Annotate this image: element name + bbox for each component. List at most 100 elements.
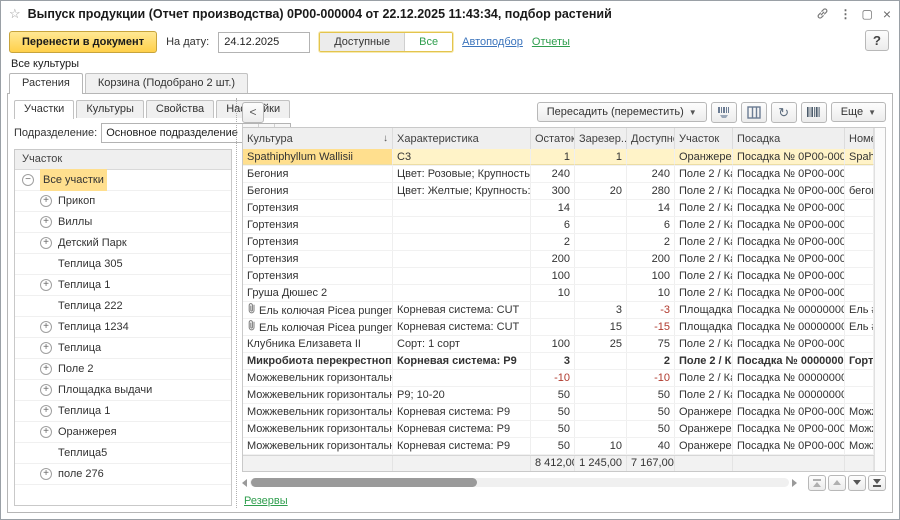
left-tab-0[interactable]: Участки <box>14 100 74 119</box>
tree-item[interactable]: +Прикоп <box>15 191 231 212</box>
cell[interactable] <box>393 251 531 267</box>
cell[interactable] <box>627 149 675 165</box>
cell[interactable] <box>575 166 627 182</box>
cell[interactable]: 50 <box>531 387 575 403</box>
cell[interactable]: Поле 2 / Кар... <box>675 166 733 182</box>
cell[interactable]: 6 <box>531 217 575 233</box>
cell[interactable]: Корневая система: P9 <box>393 421 531 437</box>
cell[interactable]: 240 <box>627 166 675 182</box>
table-row[interactable]: БегонияЦвет: Розовые; Крупность: Прям...… <box>243 166 874 183</box>
cell[interactable]: 200 <box>627 251 675 267</box>
cell[interactable] <box>845 336 874 352</box>
cell[interactable]: 40 <box>627 438 675 454</box>
favorite-star-icon[interactable]: ☆ <box>9 6 21 22</box>
cell[interactable]: 1 <box>575 149 627 165</box>
table-row[interactable]: Гортензия1414Поле 2 / Кар...Посадка № 0Р… <box>243 200 874 217</box>
expand-icon[interactable]: + <box>40 384 52 396</box>
cell[interactable]: 100 <box>531 268 575 284</box>
cell[interactable]: Можжеве <box>845 421 874 437</box>
cell[interactable]: Сорт: 1 сорт <box>393 336 531 352</box>
cell[interactable]: Клубника Елизавета II <box>243 336 393 352</box>
cell[interactable]: 50 <box>627 421 675 437</box>
copy-link-icon[interactable] <box>816 7 829 22</box>
column-header-2[interactable]: Характеристика <box>393 128 531 149</box>
column-header-6[interactable]: Участок <box>675 128 733 149</box>
cell[interactable]: Микробиота перекрестнопарная Micr... <box>243 353 393 369</box>
cell[interactable]: 10 <box>531 285 575 301</box>
toggle-option-available[interactable]: Доступные <box>320 33 405 51</box>
barcode-icon[interactable] <box>801 102 827 123</box>
cell[interactable] <box>845 370 874 386</box>
go-prev-row-button[interactable] <box>828 475 846 491</box>
autoselect-link[interactable]: Автоподбор <box>462 36 523 48</box>
tree-item[interactable]: +Теплица 1234 <box>15 317 231 338</box>
cell[interactable]: Поле 2 / Кар... <box>675 183 733 199</box>
tree-item[interactable]: +Теплица 222 <box>15 296 231 317</box>
panel-splitter[interactable] <box>234 94 240 512</box>
cell[interactable]: 10 <box>575 438 627 454</box>
cell[interactable]: Корневая система: CUT <box>393 319 531 335</box>
table-row[interactable]: Гортензия66Поле 2 / Кар...Посадка № 0Р00… <box>243 217 874 234</box>
tree-item[interactable]: +Теплица 1 <box>15 401 231 422</box>
cell[interactable] <box>845 387 874 403</box>
expand-icon[interactable]: + <box>40 195 52 207</box>
cell[interactable] <box>575 370 627 386</box>
cell[interactable]: Поле 2 / Кар... <box>675 200 733 216</box>
cell[interactable]: 1 <box>531 149 575 165</box>
cell[interactable]: Корневая система: P9 <box>393 404 531 420</box>
table-row[interactable]: Клубника Елизавета IIСорт: 1 сорт1002575… <box>243 336 874 353</box>
tree-item[interactable]: +Оранжерея <box>15 422 231 443</box>
cell[interactable]: 50 <box>627 387 675 403</box>
cell[interactable]: Spahiphyll <box>845 149 874 165</box>
cell[interactable]: Площадка в... <box>675 302 733 318</box>
column-header-8[interactable]: Номенкла <box>845 128 874 149</box>
go-first-row-button[interactable] <box>808 475 826 491</box>
cell[interactable]: -10 <box>531 370 575 386</box>
cell[interactable]: 10 <box>627 285 675 301</box>
cell[interactable]: Посадка № 0Р00-00008... <box>733 421 845 437</box>
cell[interactable]: Посадка № 000000000... <box>733 387 845 403</box>
toggle-option-all[interactable]: Все <box>405 33 452 51</box>
cell[interactable] <box>393 217 531 233</box>
cell[interactable]: Можжевельник горизонтальный Juni... <box>243 438 393 454</box>
scroll-right-icon[interactable] <box>792 479 797 487</box>
reserves-link[interactable]: Резервы <box>244 495 288 507</box>
cell[interactable]: Можжевельник горизонтальный Juni... <box>243 421 393 437</box>
cell[interactable]: Бегония <box>243 183 393 199</box>
cell[interactable]: 100 <box>531 336 575 352</box>
cell[interactable]: Посадка № 000000000... <box>733 319 845 335</box>
cell[interactable]: Корневая система: P9 <box>393 438 531 454</box>
go-last-row-button[interactable] <box>868 475 886 491</box>
tree-item[interactable]: +Теплица 1 <box>15 275 231 296</box>
cell[interactable]: Посадка № 0Р00-00004... <box>733 183 845 199</box>
cell[interactable]: Гортензия <box>243 217 393 233</box>
expand-icon[interactable]: + <box>40 426 52 438</box>
cell[interactable]: Посадка № 0Р00-00004... <box>733 200 845 216</box>
cell[interactable]: 25 <box>575 336 627 352</box>
cell[interactable]: 20 <box>575 183 627 199</box>
tree-item[interactable]: +Детский Парк <box>15 233 231 254</box>
scrollbar-track[interactable] <box>250 478 789 487</box>
expand-icon[interactable]: + <box>40 321 52 333</box>
cell[interactable] <box>531 302 575 318</box>
cell[interactable]: Поле 2 / Кар... <box>675 234 733 250</box>
cell[interactable]: 14 <box>627 200 675 216</box>
cell[interactable]: Можжеве <box>845 438 874 454</box>
cell[interactable]: 6 <box>627 217 675 233</box>
left-tab-2[interactable]: Свойства <box>146 100 214 118</box>
cell[interactable]: 15 <box>575 319 627 335</box>
cell[interactable]: Поле 2 / Кар... <box>675 336 733 352</box>
cell[interactable]: 50 <box>627 404 675 420</box>
cell[interactable]: 14 <box>531 200 575 216</box>
cell[interactable]: -15 <box>627 319 675 335</box>
cell[interactable]: Гортензия <box>243 200 393 216</box>
expand-icon[interactable]: + <box>40 405 52 417</box>
plot-tree-header[interactable]: Участок <box>15 150 231 170</box>
cell[interactable]: Spathiphyllum Wallisii <box>243 149 393 165</box>
expand-icon[interactable]: + <box>40 468 52 480</box>
table-row[interactable]: Можжевельник горизонтальный Juni...Корне… <box>243 438 874 455</box>
cell[interactable]: Можжевельник горизонтальный Juni... <box>243 404 393 420</box>
left-tab-1[interactable]: Культуры <box>76 100 144 118</box>
reports-link[interactable]: Отчеты <box>532 36 570 48</box>
cell[interactable]: Ель колючая Picea pungens Hoo... <box>243 319 393 335</box>
